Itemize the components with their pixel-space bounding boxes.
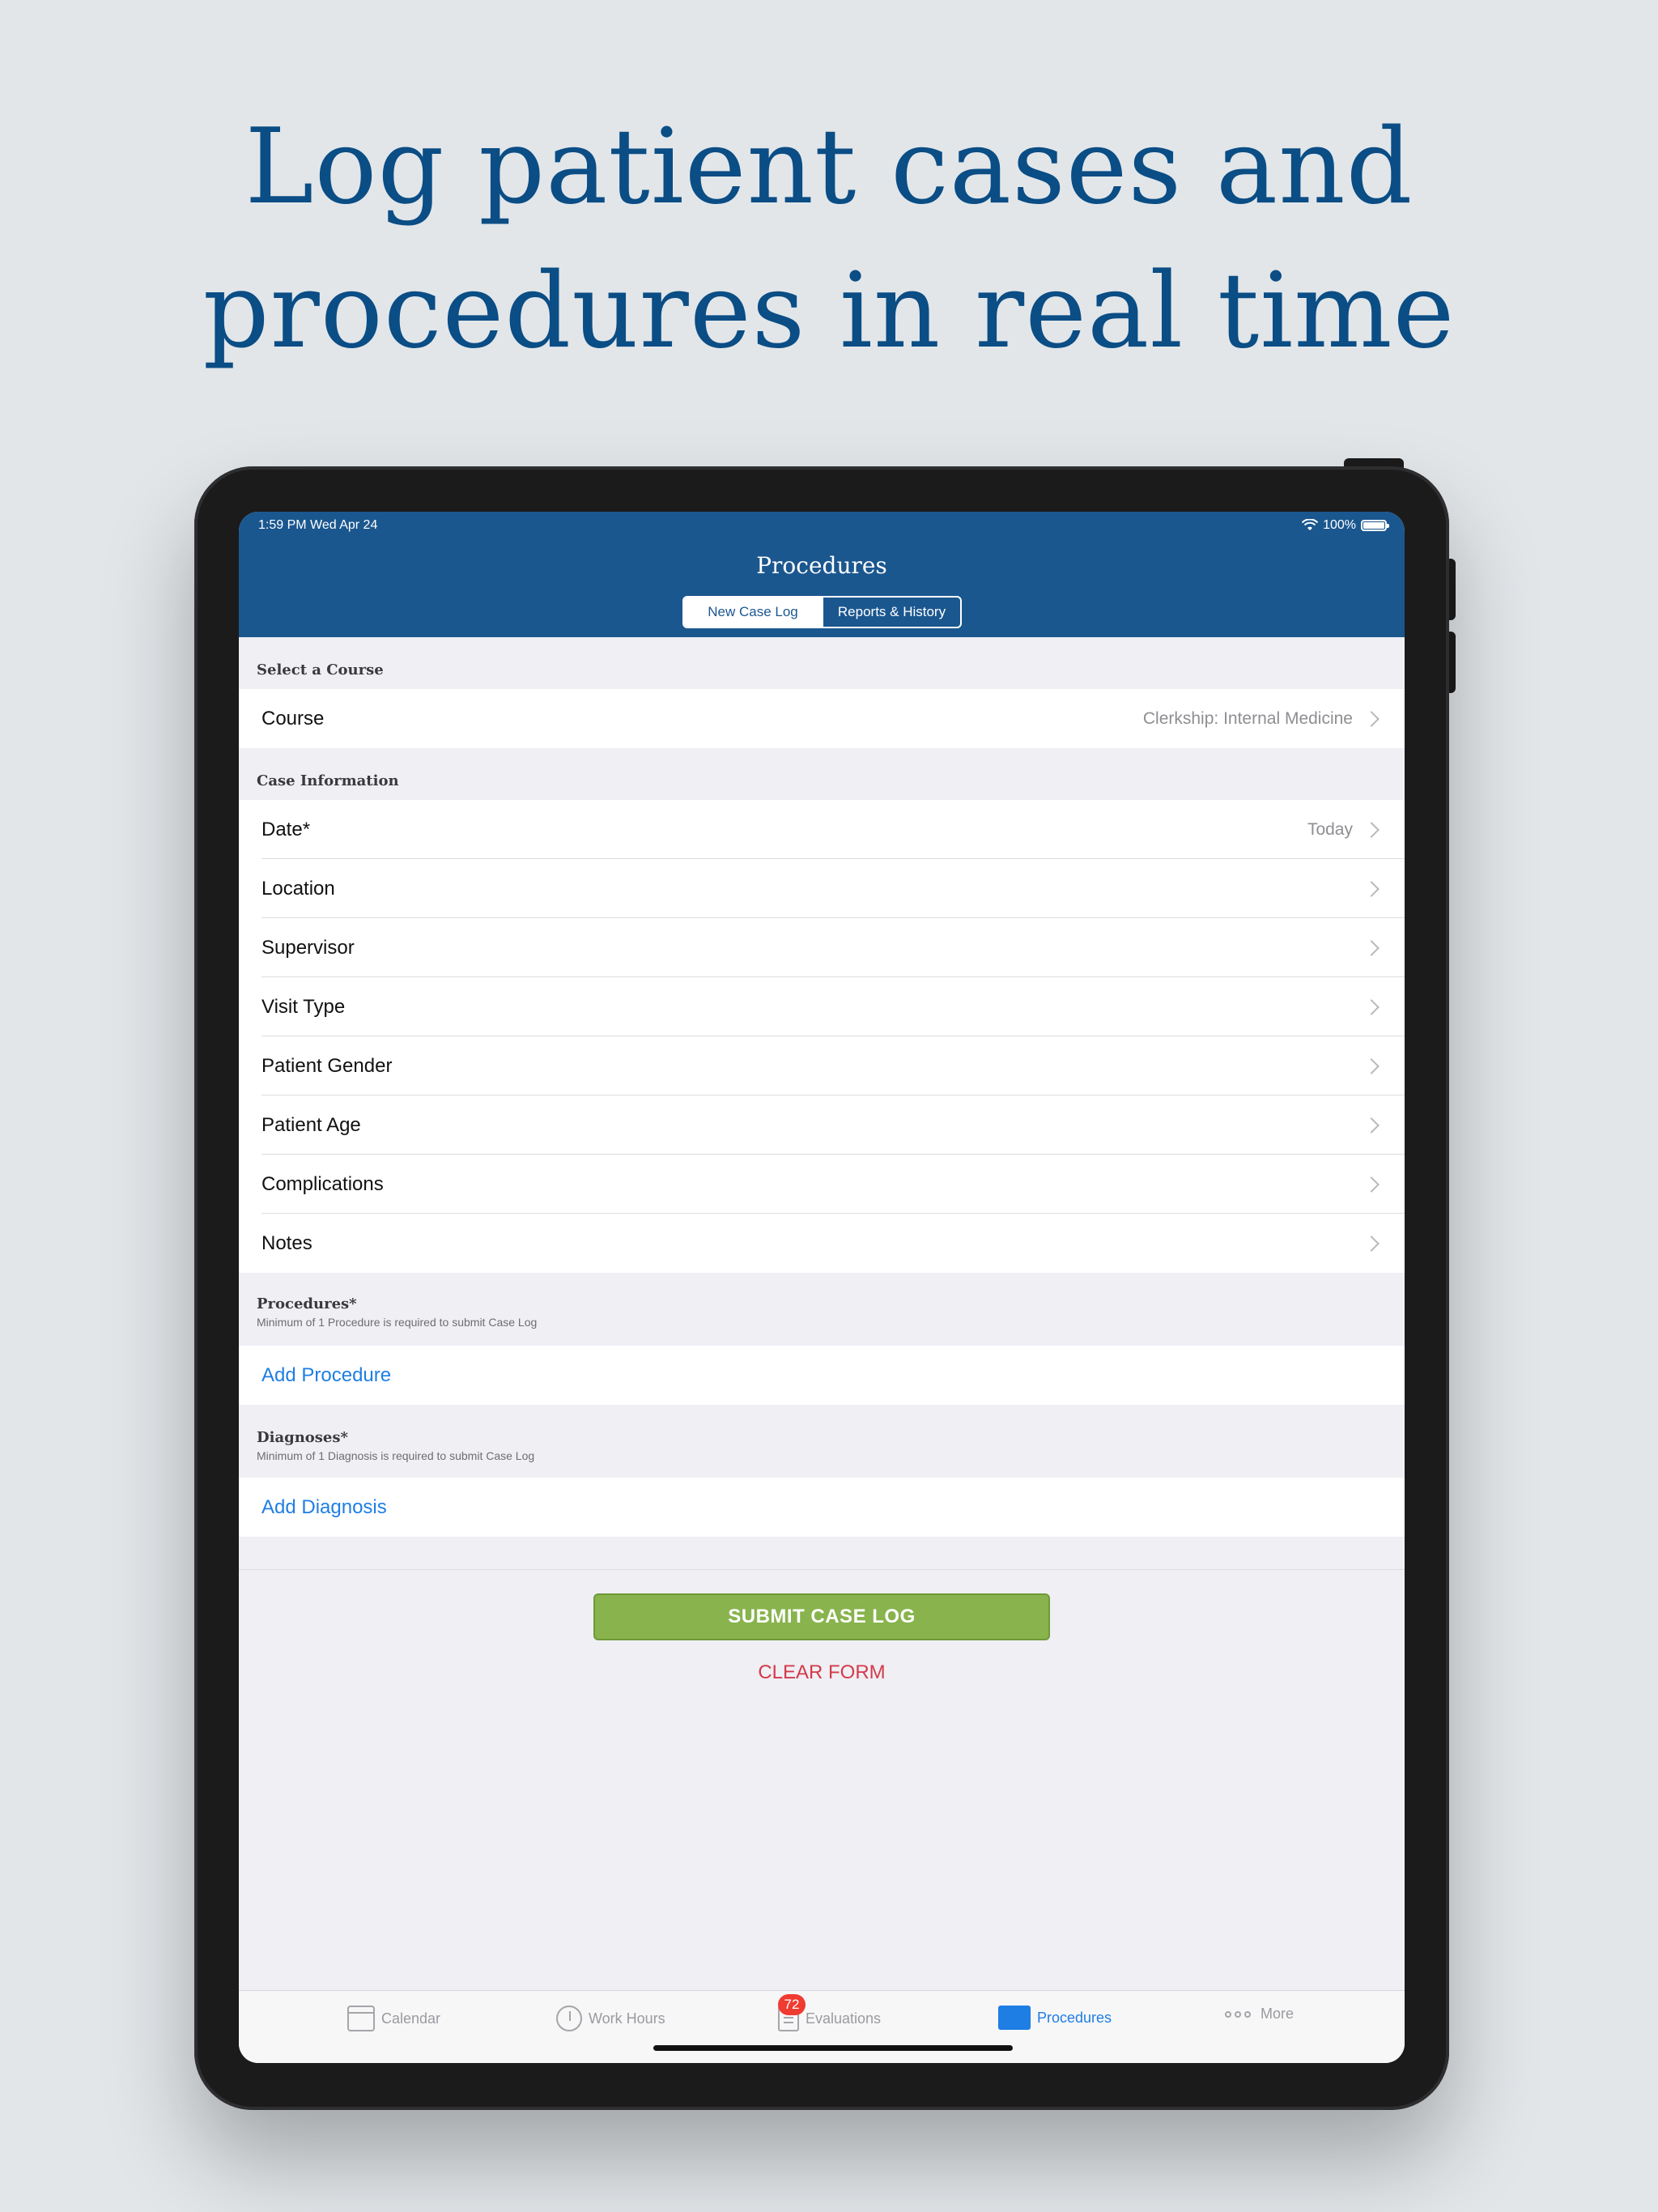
headline-line-2: procedures in real time [202, 251, 1456, 372]
chevron-right-icon [1363, 1176, 1380, 1193]
wifi-icon [1302, 519, 1319, 530]
row-date[interactable]: Date* Today [239, 800, 1405, 859]
section-header-case-information: Case Information [239, 748, 1405, 800]
headline-line-1: Log patient cases and [244, 107, 1414, 228]
tab-calendar[interactable]: Calendar [347, 2006, 440, 2031]
section-title: Procedures* [257, 1295, 357, 1312]
divider [239, 1569, 1405, 1570]
row-notes[interactable]: Notes [239, 1214, 1405, 1273]
status-time: 1:59 PM Wed Apr 24 [258, 518, 378, 532]
section-title: Case Information [257, 772, 399, 789]
navigation-bar: 1:59 PM Wed Apr 24 100% Procedures New C… [239, 512, 1405, 637]
submit-case-log-button[interactable]: SUBMIT CASE LOG [593, 1593, 1050, 1640]
tab-bar: Calendar Work Hours Evaluations 72 Proce… [239, 1990, 1405, 2063]
battery-icon [1361, 520, 1389, 531]
row-label: Complications [261, 1172, 384, 1195]
clear-form-button[interactable]: CLEAR FORM [239, 1661, 1405, 1684]
tab-label: More [1261, 2006, 1295, 2022]
row-label: Location [261, 877, 335, 900]
add-diagnosis-button[interactable]: Add Diagnosis [239, 1478, 1405, 1537]
row-label: Course [261, 707, 325, 730]
tab-label: Calendar [381, 2010, 441, 2027]
section-subtitle: Minimum of 1 Procedure is required to su… [257, 1316, 538, 1329]
tab-label: Procedures [1037, 2009, 1112, 2026]
segment-new-case-log[interactable]: New Case Log [684, 598, 822, 627]
row-label: Date* [261, 818, 311, 840]
page-title: Procedures [756, 552, 887, 579]
tab-work-hours[interactable]: Work Hours [556, 2006, 665, 2031]
marketing-headline: Log patient cases and procedures in real… [0, 96, 1658, 384]
row-location[interactable]: Location [239, 859, 1405, 918]
chevron-right-icon [1363, 939, 1380, 956]
row-label: Supervisor [261, 936, 355, 959]
section-title: Select a Course [257, 661, 384, 678]
row-label: Add Procedure [261, 1363, 392, 1386]
calendar-icon [347, 2006, 375, 2031]
segmented-control: New Case Log Reports & History [682, 596, 962, 628]
row-patient-age[interactable]: Patient Age [239, 1095, 1405, 1155]
chevron-right-icon [1363, 1117, 1380, 1134]
chevron-right-icon [1363, 880, 1380, 897]
battery-percentage: 100% [1323, 518, 1356, 532]
row-label: Patient Age [261, 1113, 361, 1136]
more-icon [1225, 2010, 1254, 2018]
chevron-right-icon [1363, 710, 1380, 727]
row-label: Patient Gender [261, 1054, 393, 1077]
section-title: Diagnoses* [257, 1429, 348, 1446]
evaluations-badge: 72 [778, 1994, 806, 2015]
row-course[interactable]: Course Clerkship: Internal Medicine [239, 689, 1405, 748]
stopwatch-icon [556, 2006, 582, 2031]
chevron-right-icon [1363, 1057, 1380, 1074]
segment-reports-history[interactable]: Reports & History [822, 598, 960, 627]
tab-label: Evaluations [806, 2010, 882, 2027]
row-complications[interactable]: Complications [239, 1155, 1405, 1214]
app-screen: 1:59 PM Wed Apr 24 100% Procedures New C… [239, 512, 1405, 2063]
row-label: Notes [261, 1231, 312, 1254]
section-header-course: Select a Course [239, 637, 1405, 694]
row-value: Clerkship: Internal Medicine [1142, 708, 1353, 728]
tab-label: Work Hours [589, 2010, 665, 2027]
row-label: Add Diagnosis [261, 1495, 387, 1518]
add-procedure-button[interactable]: Add Procedure [239, 1346, 1405, 1405]
folder-icon [998, 2006, 1031, 2030]
row-visit-type[interactable]: Visit Type [239, 977, 1405, 1036]
row-label: Visit Type [261, 995, 346, 1018]
row-supervisor[interactable]: Supervisor [239, 918, 1405, 977]
home-indicator [653, 2045, 1013, 2051]
chevron-right-icon [1363, 1235, 1380, 1252]
section-header-diagnoses: Diagnoses* Minimum of 1 Diagnosis is req… [239, 1405, 1405, 1478]
section-subtitle: Minimum of 1 Diagnosis is required to su… [257, 1449, 535, 1462]
tab-procedures[interactable]: Procedures [998, 2006, 1112, 2030]
tab-more[interactable]: More [1225, 2006, 1294, 2023]
row-value: Today [1307, 819, 1353, 839]
chevron-right-icon [1363, 821, 1380, 838]
status-indicators: 100% [1302, 518, 1389, 533]
section-header-procedures: Procedures* Minimum of 1 Procedure is re… [239, 1273, 1405, 1346]
row-patient-gender[interactable]: Patient Gender [239, 1036, 1405, 1095]
chevron-right-icon [1363, 998, 1380, 1015]
